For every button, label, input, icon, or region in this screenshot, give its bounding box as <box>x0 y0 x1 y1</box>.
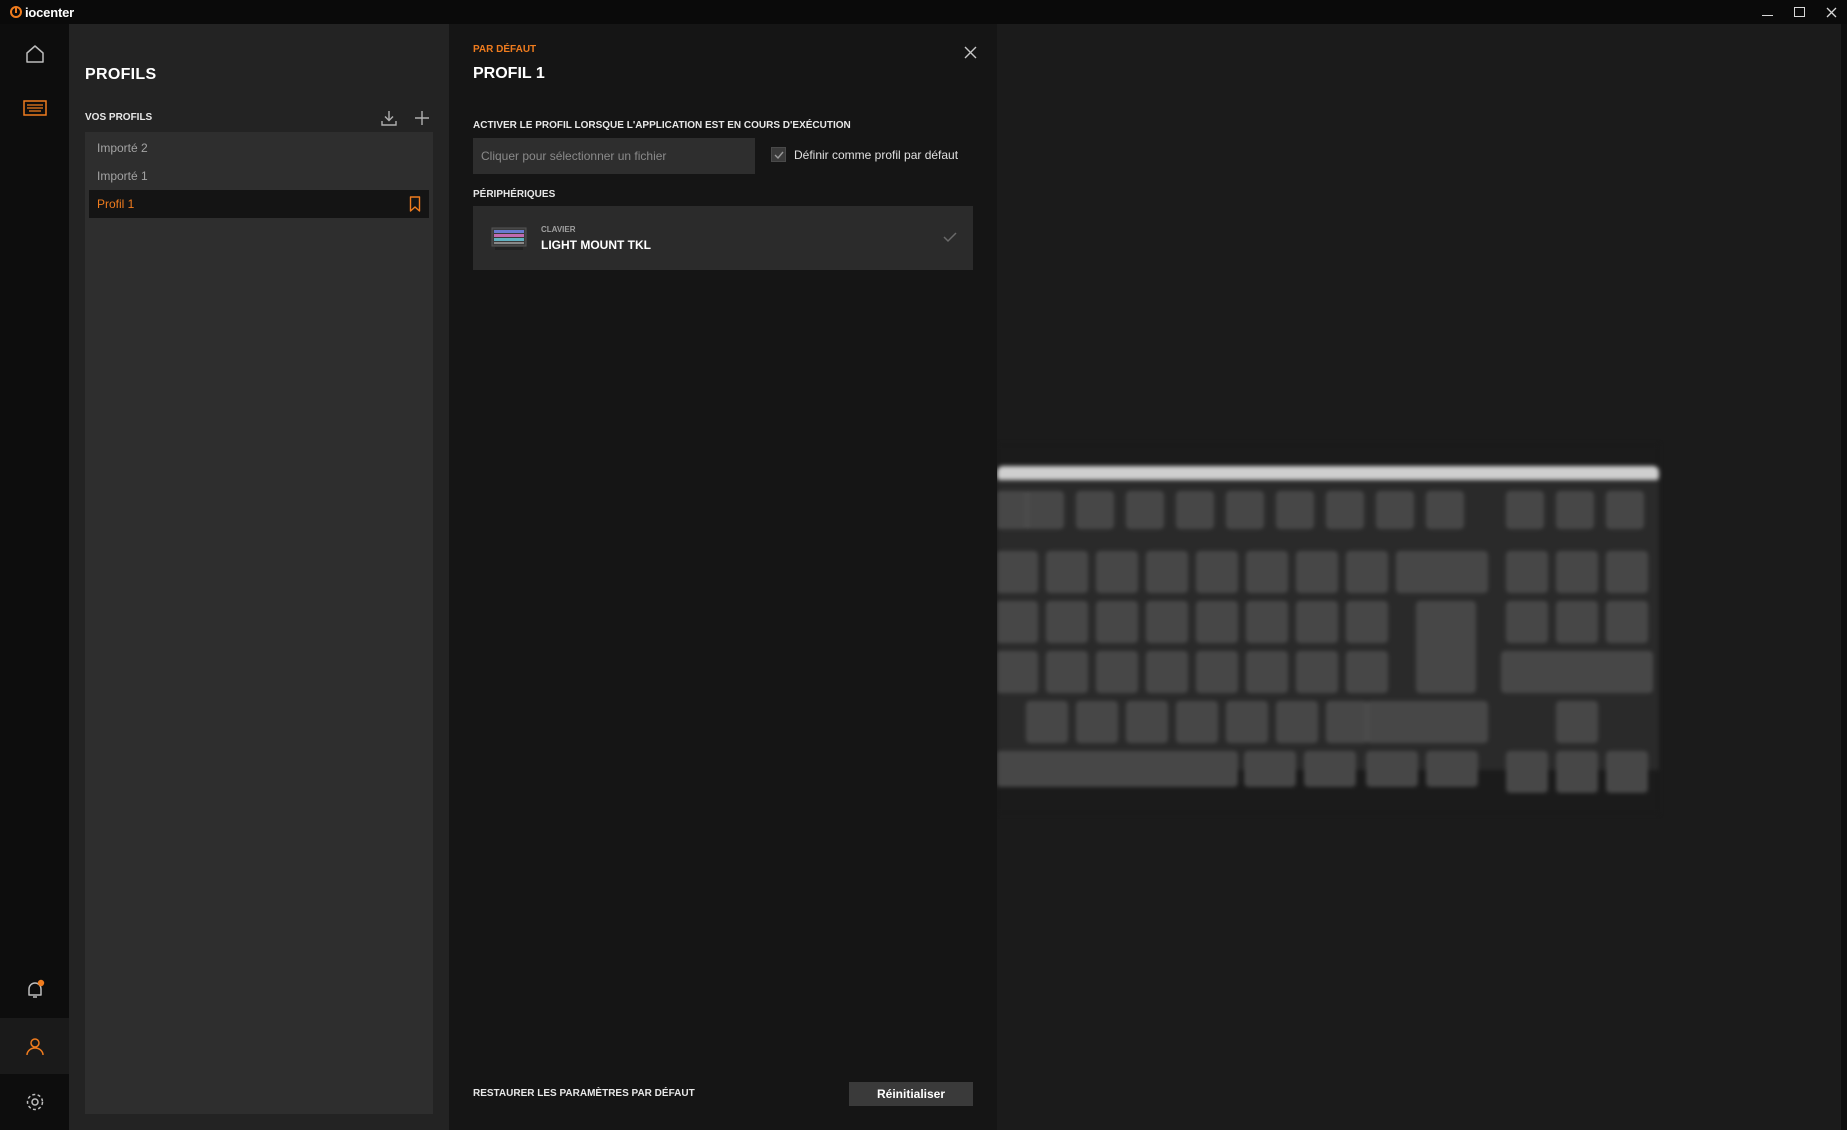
profile-list: Importé 2 Importé 1 Profil 1 <box>85 132 433 1114</box>
device-type: CLAVIER <box>541 225 576 234</box>
power-logo-icon <box>10 6 22 18</box>
nav-devices[interactable] <box>0 80 69 136</box>
device-name: LIGHT MOUNT TKL <box>541 238 651 252</box>
keyboard-preview-image <box>997 444 1659 814</box>
nav-profiles[interactable] <box>0 1018 69 1074</box>
profile-item-label: Importé 1 <box>97 169 148 183</box>
maximize-button[interactable] <box>1783 0 1815 24</box>
profile-item-profil-1[interactable]: Profil 1 <box>89 190 429 218</box>
profile-item-importe-1[interactable]: Importé 1 <box>89 162 429 190</box>
device-enabled-check-icon[interactable] <box>943 230 957 248</box>
nav-notifications[interactable] <box>0 962 69 1018</box>
bell-icon <box>27 979 44 998</box>
default-bookmark-icon <box>409 196 421 215</box>
add-profile-button[interactable] <box>412 108 432 128</box>
plus-icon <box>415 111 429 125</box>
import-profile-button[interactable] <box>379 108 399 128</box>
profile-item-importe-2[interactable]: Importé 2 <box>89 134 429 162</box>
window-edge <box>1841 24 1847 1130</box>
keyboard-thumbnail-icon <box>491 224 527 252</box>
your-profiles-label: VOS PROFILS <box>85 112 153 123</box>
page-title: PROFILS <box>85 66 157 83</box>
set-default-checkbox[interactable]: Définir comme profil par défaut <box>771 147 958 162</box>
minimize-button[interactable] <box>1751 0 1783 24</box>
profiles-panel: PROFILS VOS PROFILS Importé 2 Importé 1 … <box>69 24 449 1130</box>
default-tag: PAR DÉFAUT <box>473 44 537 55</box>
app-name: iocenter <box>25 4 74 20</box>
title-bar: iocenter <box>0 0 1847 24</box>
home-icon <box>25 45 44 63</box>
profile-name: PROFIL 1 <box>473 65 545 82</box>
restore-defaults-label: RESTAURER LES PARAMÈTRES PAR DÉFAUT <box>473 1088 695 1099</box>
close-window-icon <box>1826 7 1836 17</box>
profile-detail-panel: PAR DÉFAUT PROFIL 1 ACTIVER LE PROFIL LO… <box>449 24 997 1130</box>
app-logo: iocenter <box>10 5 74 20</box>
device-preview <box>997 24 1847 1130</box>
gear-icon <box>26 1093 43 1111</box>
user-icon <box>25 1038 44 1056</box>
devices-label: PÉRIPHÉRIQUES <box>473 189 556 200</box>
checkbox-box[interactable] <box>771 147 786 162</box>
close-icon <box>964 46 976 58</box>
device-card[interactable]: CLAVIER LIGHT MOUNT TKL <box>473 206 973 270</box>
keyboard-icon <box>22 100 47 116</box>
set-default-label: Définir comme profil par défaut <box>794 147 959 162</box>
application-file-input[interactable] <box>473 138 755 174</box>
minimize-icon <box>1761 14 1773 16</box>
profile-actions <box>379 108 432 128</box>
close-window-button[interactable] <box>1815 0 1847 24</box>
maximize-icon <box>1793 7 1805 17</box>
close-detail-button[interactable] <box>960 42 980 62</box>
window-controls <box>1751 0 1847 24</box>
reset-button[interactable]: Réinitialiser <box>849 1082 973 1106</box>
profile-item-label: Importé 2 <box>97 141 148 155</box>
nav-home[interactable] <box>0 26 69 82</box>
check-icon <box>774 151 784 159</box>
nav-rail <box>0 24 69 1130</box>
profile-item-label: Profil 1 <box>97 197 135 211</box>
nav-settings[interactable] <box>0 1074 69 1130</box>
activate-profile-label: ACTIVER LE PROFIL LORSQUE L'APPLICATION … <box>473 120 851 131</box>
download-icon <box>381 111 397 126</box>
